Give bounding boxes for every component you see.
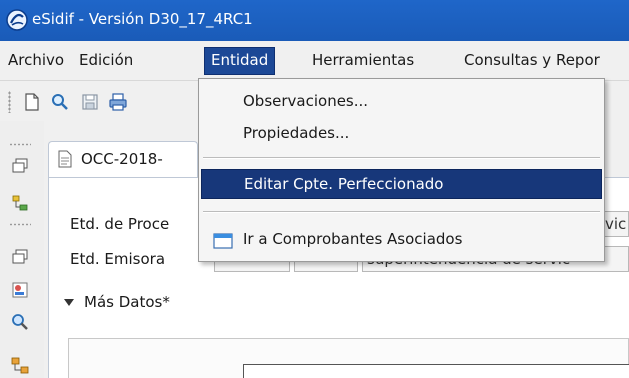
tab-label: OCC-2018- <box>81 150 163 168</box>
menu-separator-2 <box>203 211 600 213</box>
menu-item-propiedades[interactable]: Propiedades... <box>201 119 602 149</box>
menu-bar: Archivo Edición Entidad Herramientas Con… <box>0 41 629 81</box>
magnify-icon[interactable] <box>11 313 29 331</box>
print-icon[interactable] <box>108 92 128 112</box>
menu-item-label: Editar Cpte. Perfeccionado <box>244 175 444 193</box>
collapse-triangle-icon <box>64 299 74 306</box>
menu-herramientas[interactable]: Herramientas <box>306 48 420 74</box>
window-title: eSidif - Versión D30_17_4RC1 <box>32 10 253 28</box>
menu-item-label: Ir a Comprobantes Asociados <box>243 230 463 248</box>
new-document-icon[interactable] <box>22 92 42 112</box>
save-icon[interactable] <box>80 92 100 112</box>
menu-item-label: Propiedades... <box>243 124 350 142</box>
restore-icon-2[interactable] <box>11 248 29 266</box>
menu-item-observaciones[interactable]: Observaciones... <box>201 87 602 117</box>
menu-item-label: Observaciones... <box>243 92 369 110</box>
app-logo-icon <box>6 9 28 31</box>
menu-item-editar-cpte-perfeccionado[interactable]: Editar Cpte. Perfeccionado <box>201 169 602 199</box>
more-data-toggle[interactable]: Más Datos* <box>64 293 170 311</box>
hierarchy-icon[interactable] <box>11 357 29 375</box>
tree-icon[interactable] <box>11 194 29 212</box>
window-icon <box>213 233 233 249</box>
etd-emisora-label: Etd. Emisora <box>70 250 166 268</box>
menu-archivo[interactable]: Archivo <box>2 48 70 74</box>
left-toolbar-grip[interactable] <box>9 143 31 146</box>
details-panel <box>68 338 629 378</box>
left-toolbar <box>0 121 44 378</box>
tab-document[interactable]: OCC-2018- <box>48 141 198 177</box>
toolbar-grip[interactable] <box>8 91 11 113</box>
left-toolbar-grip-2[interactable] <box>9 223 31 226</box>
title-bar: eSidif - Versión D30_17_4RC1 <box>0 0 629 41</box>
more-data-label: Más Datos* <box>84 293 170 311</box>
menu-edicion[interactable]: Edición <box>73 48 139 74</box>
details-box <box>243 364 629 378</box>
menu-entidad[interactable]: Entidad <box>203 47 276 75</box>
document-icon <box>58 150 72 168</box>
search-icon[interactable] <box>50 92 70 112</box>
menu-item-ir-a-comprobantes-asociados[interactable]: Ir a Comprobantes Asociados <box>201 225 602 255</box>
menu-separator <box>203 157 600 159</box>
etd-procesadora-label: Etd. de Proce <box>70 215 170 233</box>
entidad-dropdown-menu: Observaciones... Propiedades... Editar C… <box>198 78 605 262</box>
menu-consultas-reportes[interactable]: Consultas y Repor <box>458 48 606 74</box>
restore-icon[interactable] <box>11 157 29 175</box>
user-list-icon[interactable] <box>11 281 29 299</box>
